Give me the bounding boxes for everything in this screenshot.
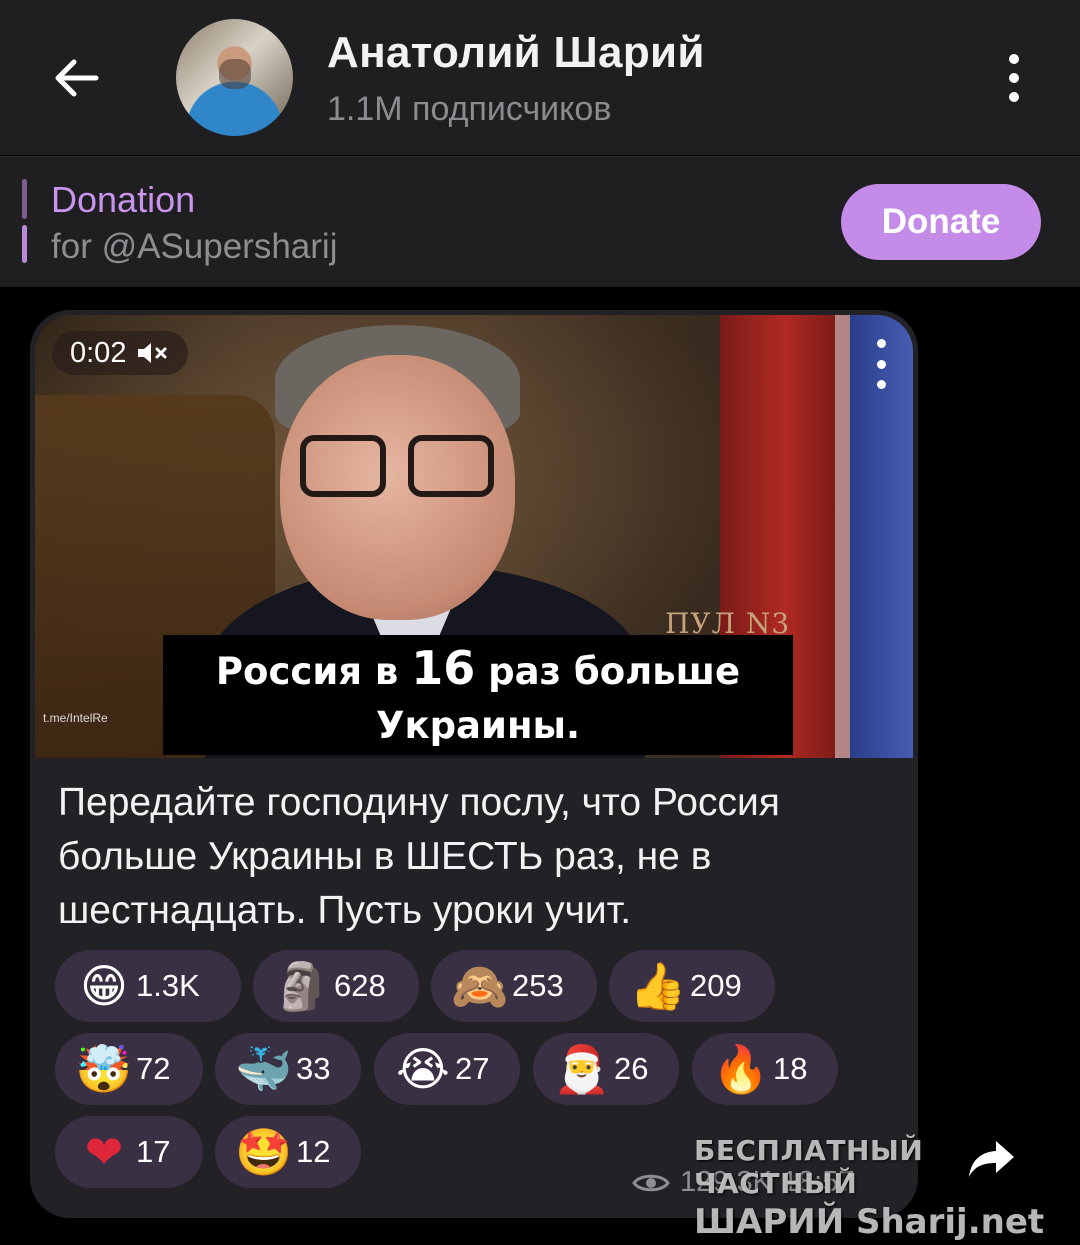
channel-title[interactable]: Анатолий Шарий — [327, 28, 705, 78]
heart-icon: ❤ — [84, 1125, 124, 1179]
subscriber-count: 1.1M подписчиков — [327, 90, 612, 128]
reaction-count: 628 — [334, 968, 386, 1003]
reaction-count: 12 — [296, 1134, 331, 1169]
video-subtitle: Россия в 16 раз больше Украины. — [163, 635, 793, 755]
pinned-title: Donation — [51, 179, 196, 220]
reaction-chip[interactable]: ❤ 17 — [55, 1116, 203, 1188]
moai-icon: 🗿 — [273, 959, 331, 1013]
santa-icon: 🎅 — [553, 1042, 611, 1096]
chat-header: Анатолий Шарий 1.1M подписчиков — [0, 0, 1080, 155]
more-vertical-icon — [1009, 54, 1019, 64]
eye-icon — [632, 1174, 670, 1191]
reaction-count: 17 — [136, 1134, 171, 1169]
video-player[interactable]: 0:02 ПУЛ N3 t.me/IntelRe Россия в 16 раз… — [35, 315, 913, 758]
site-watermark: БЕСПЛАТНЫЙ ЧАСТНЫЙ ШАРИЙ Sharij.net — [694, 1134, 1045, 1242]
reaction-chip[interactable]: 👍 209 — [609, 950, 775, 1022]
reaction-chip[interactable]: 🎅 26 — [533, 1033, 679, 1105]
message-bubble: 0:02 ПУЛ N3 t.me/IntelRe Россия в 16 раз… — [30, 310, 918, 1218]
reaction-count: 72 — [136, 1051, 171, 1086]
thumbs-up-icon: 👍 — [629, 959, 687, 1013]
pinned-subtitle: for @ASupersharij — [51, 227, 338, 266]
reaction-count: 253 — [512, 968, 564, 1003]
reaction-count: 1.3K — [136, 968, 200, 1003]
more-vertical-icon — [876, 339, 886, 348]
speaker-muted-icon — [138, 343, 167, 363]
more-options-button[interactable] — [994, 48, 1034, 108]
video-duration: 0:02 — [70, 336, 127, 369]
reaction-chip[interactable]: 🐳 33 — [215, 1033, 361, 1105]
channel-avatar[interactable] — [176, 19, 293, 136]
reaction-count: 209 — [690, 968, 742, 1003]
reaction-chip[interactable]: 🤯 72 — [55, 1033, 203, 1105]
reaction-chip[interactable]: 🗿 628 — [253, 950, 419, 1022]
star-struck-icon: 🤩 — [235, 1125, 293, 1179]
reaction-chip[interactable]: 🤩 12 — [215, 1116, 361, 1188]
message-text: Передайте господину послу, что Россия бо… — [58, 781, 780, 932]
reaction-chip[interactable]: 🔥 18 — [692, 1033, 838, 1105]
back-button[interactable] — [40, 42, 112, 114]
arrow-left-icon — [55, 59, 99, 97]
reaction-count: 27 — [455, 1051, 490, 1086]
pinned-message[interactable]: Donation for @ASupersharij Donate — [0, 156, 1080, 287]
crying-face-icon: 😭 — [396, 1042, 450, 1096]
grinning-face-icon: 😁 — [80, 959, 128, 1013]
whale-icon: 🐳 — [235, 1042, 293, 1096]
pinned-indicator — [22, 179, 27, 219]
reaction-chip[interactable]: 😭 27 — [374, 1033, 520, 1105]
donate-button[interactable]: Donate — [841, 184, 1041, 260]
video-link-watermark: t.me/IntelRe — [43, 711, 108, 725]
reaction-count: 33 — [296, 1051, 331, 1086]
video-menu-button[interactable] — [873, 339, 889, 389]
reaction-chip[interactable]: 🙈 253 — [431, 950, 597, 1022]
exploding-head-icon: 🤯 — [75, 1042, 133, 1096]
fire-icon: 🔥 — [712, 1042, 770, 1096]
reaction-chip[interactable]: 😁 1.3K — [55, 950, 241, 1022]
see-no-evil-monkey-icon: 🙈 — [451, 959, 509, 1013]
reaction-count: 18 — [773, 1051, 808, 1086]
reaction-count: 26 — [614, 1051, 649, 1086]
video-timer[interactable]: 0:02 — [52, 331, 189, 375]
